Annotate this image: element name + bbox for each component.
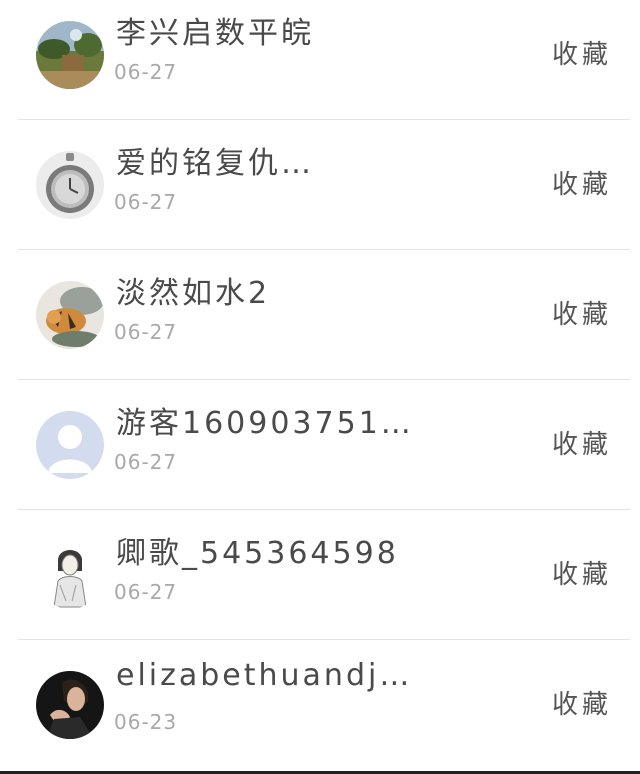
timestamp: 06-27 bbox=[114, 60, 178, 84]
favorite-button[interactable]: 收藏 bbox=[552, 684, 612, 721]
timestamp: 06-27 bbox=[114, 450, 178, 474]
user-name: 卿歌_545364598 bbox=[116, 536, 399, 571]
favorite-button[interactable]: 收藏 bbox=[552, 554, 612, 591]
favorite-button[interactable]: 收藏 bbox=[552, 34, 612, 71]
timestamp: 06-27 bbox=[114, 580, 178, 604]
pocket-watch-avatar-icon[interactable] bbox=[36, 151, 104, 219]
user-name: 李兴启数平皖 bbox=[116, 16, 314, 51]
user-name: elizabethuandj… bbox=[116, 658, 413, 693]
timestamp: 06-27 bbox=[114, 320, 178, 344]
list-item[interactable]: 爱的铭复仇… 06-27 收藏 bbox=[0, 120, 640, 250]
favorite-button[interactable]: 收藏 bbox=[552, 164, 612, 201]
user-name: 爱的铭复仇… bbox=[116, 146, 314, 181]
default-user-avatar-icon[interactable] bbox=[36, 411, 104, 479]
list-item[interactable]: 淡然如水2 06-27 收藏 bbox=[0, 250, 640, 380]
landscape-avatar-icon[interactable] bbox=[36, 21, 104, 89]
dark-portrait-avatar-icon[interactable] bbox=[36, 671, 104, 739]
list-item[interactable]: elizabethuandj… 06-23 收藏 bbox=[0, 640, 640, 770]
list-item[interactable]: 卿歌_545364598 06-27 收藏 bbox=[0, 510, 640, 640]
favorite-button[interactable]: 收藏 bbox=[552, 294, 612, 331]
user-name: 游客160903751… bbox=[116, 406, 414, 441]
list-item[interactable]: 游客160903751… 06-27 收藏 bbox=[0, 380, 640, 510]
timestamp: 06-27 bbox=[114, 190, 178, 214]
favorite-button[interactable]: 收藏 bbox=[552, 424, 612, 461]
sketch-girl-avatar-icon[interactable] bbox=[36, 541, 104, 609]
timestamp: 06-23 bbox=[114, 710, 178, 734]
tiger-painting-avatar-icon[interactable] bbox=[36, 281, 104, 349]
user-name: 淡然如水2 bbox=[116, 276, 271, 311]
favorite-list: 李兴启数平皖 06-27 收藏 爱的铭复仇… 06-27 收藏 淡然如水2 06… bbox=[0, 0, 640, 770]
list-item[interactable]: 李兴启数平皖 06-27 收藏 bbox=[0, 0, 640, 120]
